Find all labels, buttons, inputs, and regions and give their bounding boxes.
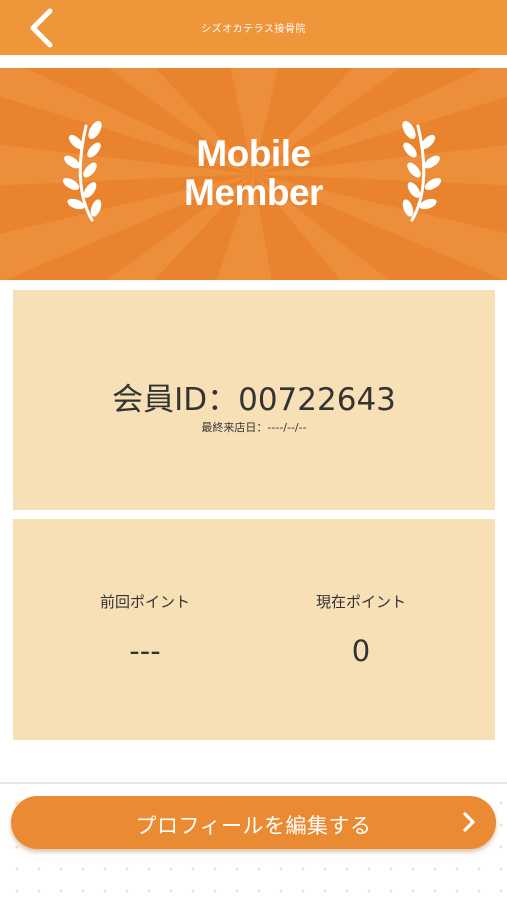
member-id-card: 会員ID：00722643 最終来店日：----/--/-- [13,290,495,510]
edit-profile-label: プロフィールを編集する [135,814,372,838]
chevron-right-icon [463,812,475,832]
banner-title-line1: Mobile [196,133,311,174]
page-title: シズオカテラス接骨院 [201,24,306,35]
banner-title: Mobile Member [0,134,507,212]
previous-points-label: 前回ポイント [99,593,190,611]
current-points-label: 現在ポイント [315,593,406,611]
member-id: 会員ID：00722643 [112,382,396,418]
previous-points: 前回ポイント --- [25,591,265,668]
current-points-value: 0 [351,634,371,668]
member-banner: Mobile Member [0,68,507,280]
points-card: 前回ポイント --- 現在ポイント 0 [13,519,495,740]
top-bar: シズオカテラス接骨院 [0,0,507,55]
last-visit-date: 最終来店日：----/--/-- [201,421,307,434]
current-points: 現在ポイント 0 [241,591,481,668]
banner-title-line2: Member [184,172,323,213]
previous-points-value: --- [129,634,161,668]
edit-profile-button[interactable]: プロフィールを編集する [11,796,496,849]
